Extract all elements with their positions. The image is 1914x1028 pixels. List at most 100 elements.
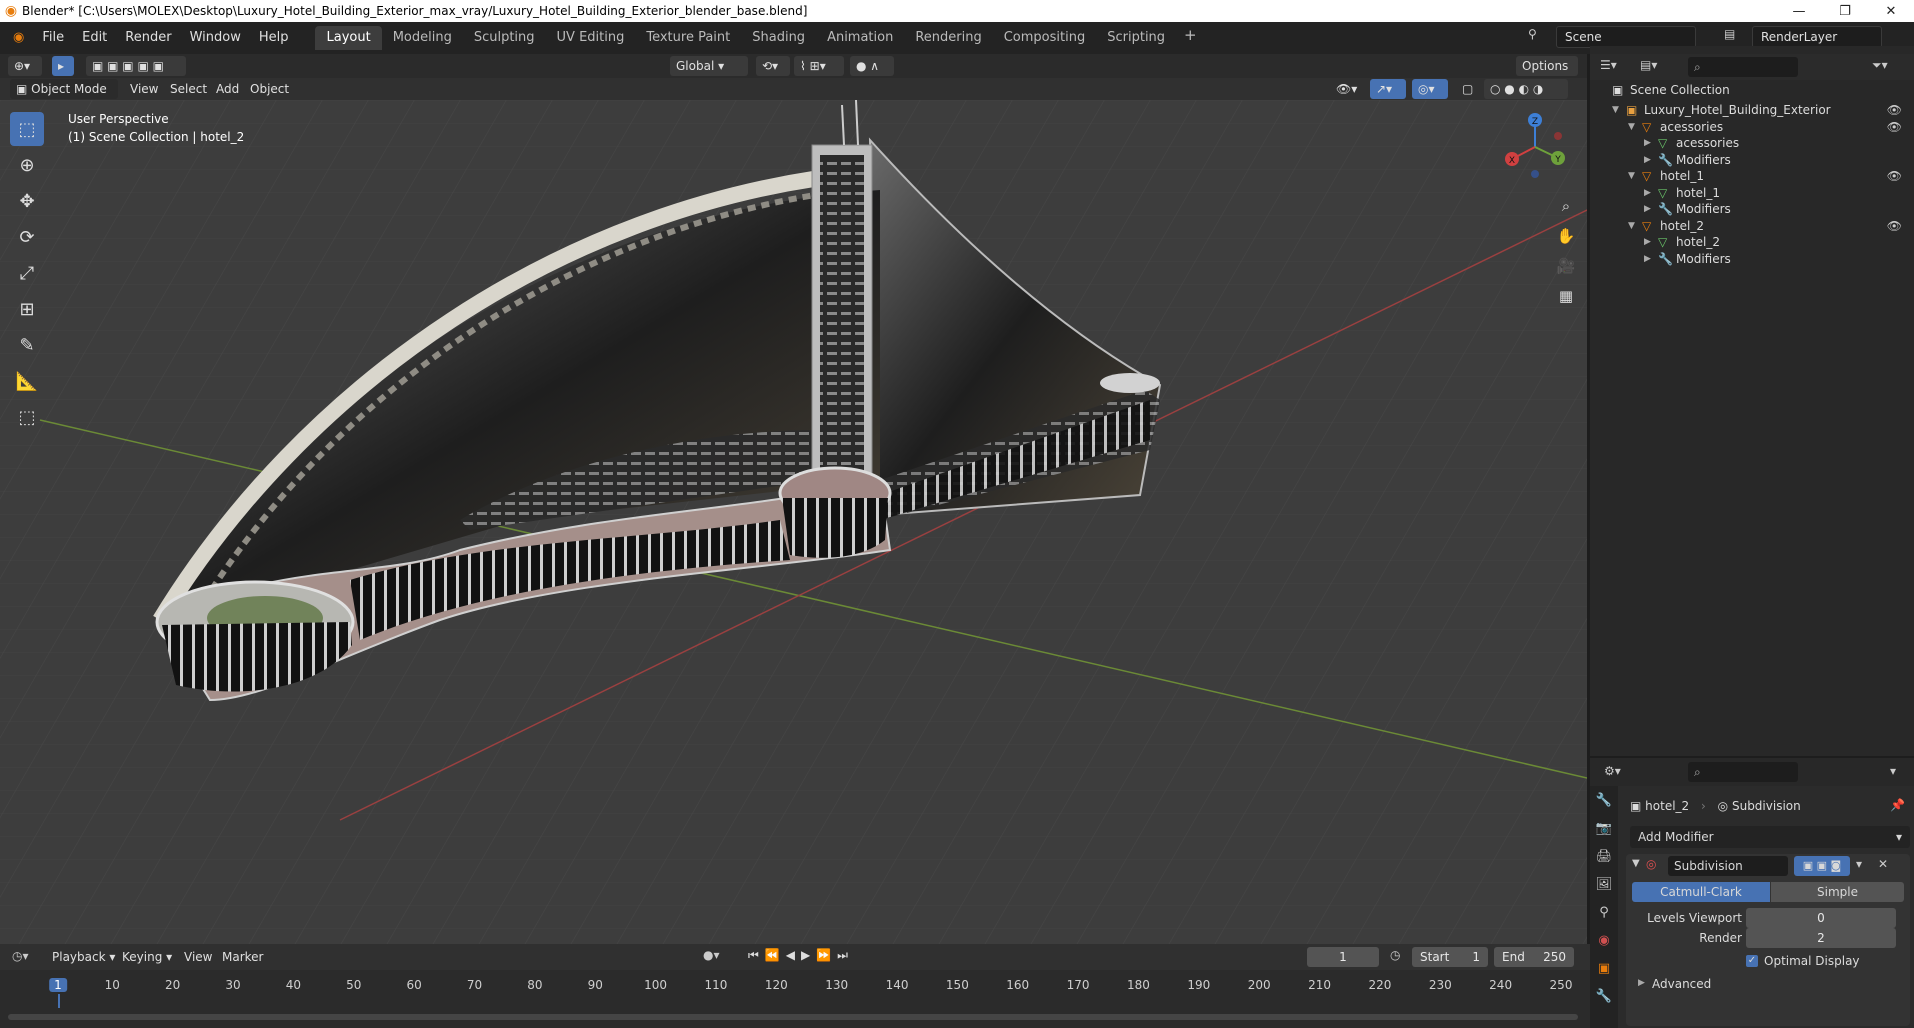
playhead-line[interactable]	[58, 994, 60, 1008]
current-frame-field[interactable]: 1	[1307, 947, 1379, 967]
levels-viewport-field[interactable]: 0	[1746, 908, 1896, 928]
viewport-menu-view[interactable]: View	[130, 78, 158, 100]
editor-type-icon[interactable]: ⊕▾	[8, 56, 42, 76]
timeline-menu-keying[interactable]: Keying ▾	[122, 946, 172, 968]
outliner-root[interactable]: ▣ Scene Collection	[1590, 80, 1914, 100]
navigation-gizmo[interactable]: Z X Y	[1500, 112, 1570, 182]
add-cube-tool-icon[interactable]: ⬚	[10, 400, 44, 434]
selection-mode-icons[interactable]: ▣ ▣ ▣ ▣ ▣	[86, 56, 186, 76]
viewport-menu-select[interactable]: Select	[170, 78, 207, 100]
gizmo-toggle-icon[interactable]: ↗▾	[1370, 79, 1406, 99]
tab-animation[interactable]: Animation	[816, 26, 904, 50]
blender-menu-icon[interactable]: ◉	[4, 25, 33, 51]
transform-tool-icon[interactable]: ⊞	[10, 292, 44, 326]
menu-render[interactable]: Render	[116, 25, 180, 51]
scene-tab-icon[interactable]: ⚲	[1590, 898, 1618, 926]
snap-icon[interactable]: ⌇ ⊞▾	[794, 56, 844, 76]
modifier-tab-icon[interactable]: 🔧	[1590, 982, 1618, 1010]
transform-orientation[interactable]: Global ▾	[670, 56, 748, 76]
display-mode-icon[interactable]: ▤▾	[1640, 58, 1657, 72]
timeline-scrollbar[interactable]	[8, 1014, 1578, 1020]
timeline-editor-icon[interactable]: ◷▾	[12, 949, 29, 963]
object-tab-icon[interactable]: ▣	[1590, 954, 1618, 982]
world-tab-icon[interactable]: ◉	[1590, 926, 1618, 954]
pan-hand-icon[interactable]: ✋	[1552, 222, 1580, 250]
camera-view-icon[interactable]: 🎥	[1552, 252, 1580, 280]
scene-icon[interactable]: ⚲	[1528, 27, 1537, 41]
zoom-icon[interactable]: ⌕	[1552, 192, 1580, 220]
scene-selector[interactable]: Scene	[1556, 26, 1696, 48]
menu-window[interactable]: Window	[181, 25, 250, 51]
tab-layout[interactable]: Layout	[315, 26, 382, 50]
modifier-dropdown-icon[interactable]: ▾	[1856, 857, 1862, 871]
measure-tool-icon[interactable]: 📐	[10, 364, 44, 398]
remove-modifier-icon[interactable]: ✕	[1878, 857, 1888, 871]
expand-triangle-icon[interactable]: ▶	[1644, 249, 1651, 269]
xray-icon[interactable]: ▢	[1456, 79, 1478, 99]
view-layer-tab-icon[interactable]: 🖼	[1590, 870, 1618, 898]
optimal-display-checkbox[interactable]: ✓	[1746, 955, 1758, 967]
properties-search-input[interactable]: ⌕	[1688, 762, 1798, 782]
pivot-icon[interactable]: ⟲▾	[756, 56, 790, 76]
render-levels-field[interactable]: 2	[1746, 928, 1896, 948]
simple-button[interactable]: Simple	[1771, 882, 1904, 902]
properties-editor-icon[interactable]: ⚙▾	[1604, 764, 1621, 778]
menu-edit[interactable]: Edit	[73, 25, 116, 51]
maximize-button[interactable]: ❐	[1822, 4, 1868, 19]
timeline-menu-playback[interactable]: Playback ▾	[52, 946, 115, 968]
outliner-editor-icon[interactable]: ☰▾	[1600, 58, 1617, 72]
clock-icon[interactable]: ◷	[1390, 948, 1400, 962]
ortho-grid-icon[interactable]: ▦	[1552, 282, 1580, 310]
tab-rendering[interactable]: Rendering	[904, 26, 992, 50]
pin-icon[interactable]: 📌	[1890, 798, 1905, 812]
tab-modeling[interactable]: Modeling	[382, 26, 463, 50]
add-workspace-icon[interactable]: +	[1176, 26, 1205, 50]
tool-tab-icon[interactable]: 🔧	[1590, 786, 1618, 814]
tab-compositing[interactable]: Compositing	[993, 26, 1097, 50]
close-window-button[interactable]: ✕	[1868, 4, 1914, 19]
start-frame-field[interactable]: Start 1	[1412, 947, 1488, 967]
add-modifier-button[interactable]: Add Modifier ▾	[1630, 826, 1910, 848]
catmull-clark-button[interactable]: Catmull-Clark	[1632, 882, 1770, 902]
tab-shading[interactable]: Shading	[741, 26, 816, 50]
filter-icon[interactable]: ⏷▾	[1872, 58, 1888, 73]
3d-viewport[interactable]: User Perspective (1) Scene Collection | …	[0, 100, 1587, 944]
outliner-item[interactable]: ▶ 🔧 Modifiers	[1590, 249, 1914, 269]
modifier-visibility-toggles[interactable]: ▣ ▣ ◙	[1794, 856, 1850, 876]
menu-help[interactable]: Help	[250, 25, 298, 51]
render-tab-icon[interactable]: 📷	[1590, 814, 1618, 842]
playhead-frame[interactable]: 1	[49, 978, 67, 992]
render-layer-icon[interactable]: ▤	[1724, 27, 1735, 41]
select-tool-icon[interactable]: ⬚	[10, 112, 44, 146]
outliner-search-input[interactable]: ⌕	[1688, 57, 1798, 77]
shading-mode-icons[interactable]: ○ ● ◐ ◑	[1484, 79, 1568, 99]
record-icon[interactable]: ●▾	[703, 948, 720, 962]
proportional-edit-icon[interactable]: ● ∧	[850, 56, 894, 76]
advanced-section-label[interactable]: Advanced	[1652, 974, 1711, 994]
tab-uv-editing[interactable]: UV Editing	[546, 26, 636, 50]
tab-texture-paint[interactable]: Texture Paint	[635, 26, 741, 50]
annotate-tool-icon[interactable]: ✎	[10, 328, 44, 362]
modifier-name-input[interactable]: Subdivision	[1668, 856, 1788, 876]
rotate-tool-icon[interactable]: ⟳	[10, 220, 44, 254]
playback-controls[interactable]: ⏮⏪◀▶⏩⏭	[748, 948, 854, 963]
minimize-button[interactable]: —	[1776, 4, 1822, 19]
end-frame-field[interactable]: End 250	[1494, 947, 1574, 967]
tab-sculpting[interactable]: Sculpting	[463, 26, 546, 50]
render-layer-selector[interactable]: RenderLayer	[1752, 26, 1882, 48]
properties-options-icon[interactable]: ▾	[1890, 764, 1896, 778]
mode-selector[interactable]: ▣ Object Mode ▾	[10, 79, 118, 116]
timeline-menu-marker[interactable]: Marker	[222, 946, 263, 968]
scale-tool-icon[interactable]: ⤢	[10, 256, 44, 290]
menu-file[interactable]: File	[33, 25, 73, 51]
timeline-menu-view[interactable]: View	[184, 946, 212, 968]
select-box-icon[interactable]: ▸	[52, 56, 74, 76]
viewport-menu-object[interactable]: Object	[250, 78, 289, 100]
tab-scripting[interactable]: Scripting	[1096, 26, 1176, 50]
move-tool-icon[interactable]: ✥	[10, 184, 44, 218]
options-button[interactable]: Options ▾	[1516, 56, 1578, 93]
cursor-tool-icon[interactable]: ⊕	[10, 148, 44, 182]
output-tab-icon[interactable]: 🖨	[1590, 842, 1618, 870]
viewport-menu-add[interactable]: Add	[216, 78, 239, 100]
advanced-expand-icon[interactable]: ▶	[1638, 978, 1645, 988]
